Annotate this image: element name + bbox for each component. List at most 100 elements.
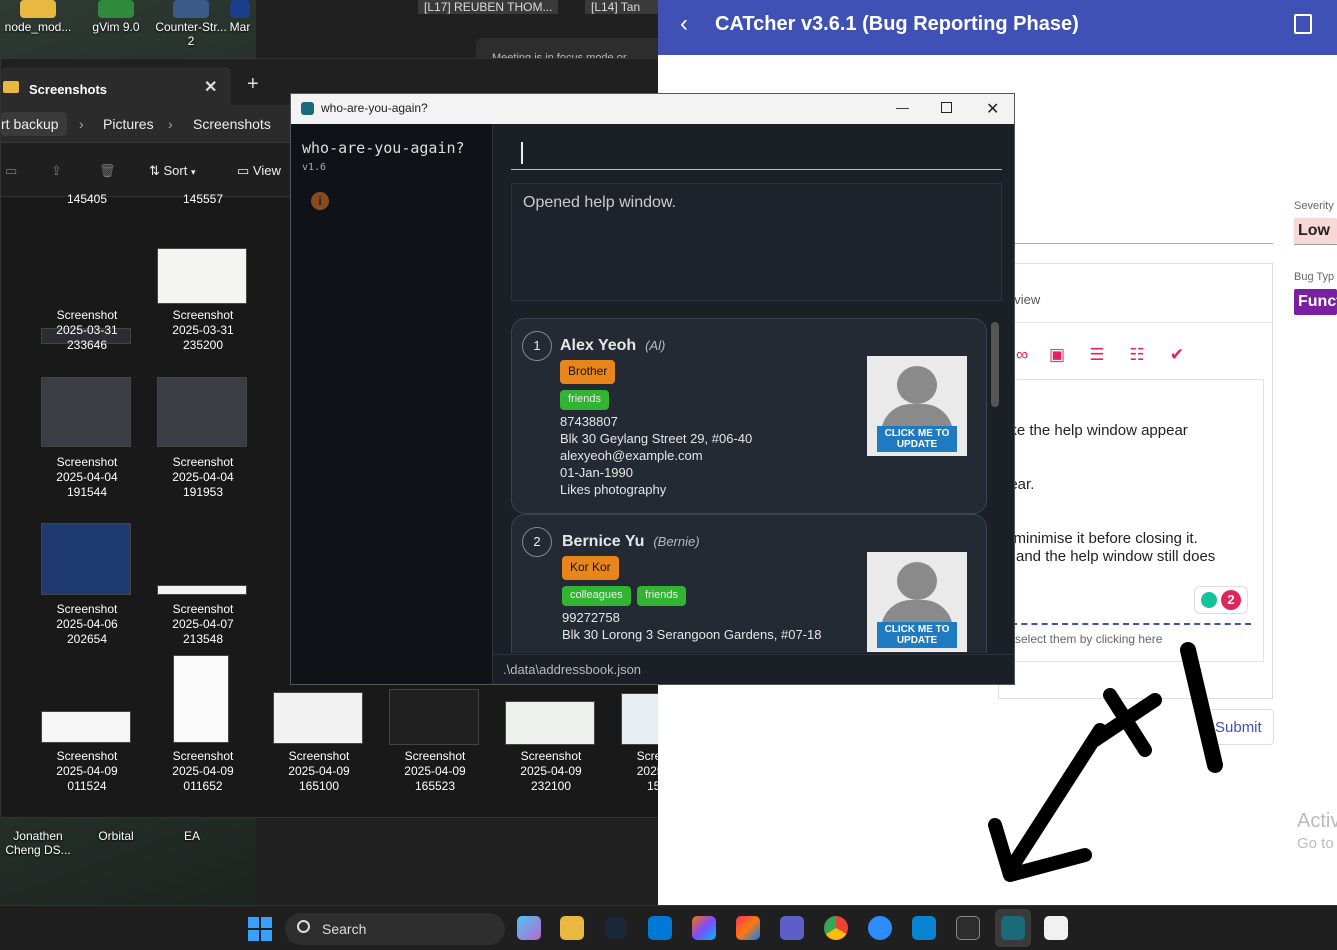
share-icon[interactable]: ⇪ — [51, 163, 62, 179]
folder-icon — [20, 0, 56, 18]
activate-watermark: Activ — [1297, 810, 1337, 832]
person-card[interactable]: 1 Alex Yeoh (Al) Brother friends 8743880… — [511, 318, 987, 514]
close-window-icon[interactable]: ✕ — [986, 99, 999, 119]
file-item[interactable] — [157, 248, 247, 304]
person-photo[interactable]: CLICK ME TO UPDATE — [867, 356, 967, 456]
windows-start-icon[interactable] — [248, 917, 272, 941]
tab-divider — [999, 322, 1272, 323]
desktop-icon-label: gVim 9.0 — [92, 20, 140, 34]
delete-icon[interactable]: 🗑 — [99, 163, 116, 179]
editor-line: n minimise it before closing it. — [1001, 530, 1198, 547]
file-item[interactable] — [157, 585, 247, 595]
person-index: 2 — [522, 527, 552, 557]
teams-window-lower — [256, 818, 660, 905]
dropzone-border — [1001, 623, 1251, 625]
file-item[interactable] — [505, 701, 595, 745]
snipping-tool-icon[interactable] — [1044, 916, 1068, 940]
person-name: Bernice Yu (Bernie) — [562, 533, 700, 550]
steam-icon[interactable] — [604, 916, 628, 940]
info-icon[interactable]: i — [311, 192, 329, 210]
file-thumbnail — [173, 655, 229, 743]
desktop-icon-orbital[interactable]: Orbital — [80, 829, 152, 843]
file-caption: Screenshot 2025-04-04 191544 — [56, 455, 118, 499]
sort-button[interactable]: ⇅ Sort ▾ — [149, 163, 196, 179]
file-item[interactable] — [41, 523, 131, 595]
avatar-icon — [897, 562, 937, 600]
close-tab-icon[interactable]: ✕ — [204, 77, 217, 97]
bug-type-chip[interactable]: Funct — [1294, 289, 1337, 315]
file-thumbnail — [505, 701, 595, 745]
person-tag: colleagues — [562, 586, 631, 606]
file-item[interactable] — [273, 692, 363, 744]
list-scrollbar[interactable] — [991, 322, 999, 407]
taskbar-search[interactable]: Search — [285, 913, 505, 945]
view-button[interactable]: ▭ View — [237, 163, 281, 179]
file-item[interactable] — [41, 377, 131, 447]
teams-participant-tab[interactable]: [L17] REUBEN THOM... — [418, 0, 559, 14]
zoom-icon[interactable] — [868, 916, 892, 940]
file-item[interactable] — [157, 377, 247, 447]
person-name: Alex Yeoh (Al) — [560, 337, 666, 354]
severity-underline — [1294, 244, 1337, 245]
chrome-icon[interactable] — [824, 916, 848, 940]
catcher-title: CATcher v3.6.1 (Bug Reporting Phase) — [715, 13, 1079, 35]
menu-doc-icon[interactable] — [1294, 14, 1312, 34]
desktop-icon-counter-strike[interactable]: Counter-Str... 2 — [155, 0, 227, 48]
file-caption: Screenshot 2025-04-04 191953 — [172, 455, 234, 499]
new-tab-icon[interactable]: + — [247, 73, 259, 96]
link-icon[interactable]: ∞ — [1012, 345, 1032, 365]
file-explorer-icon[interactable] — [560, 916, 584, 940]
minimize-icon[interactable]: — — [896, 100, 909, 115]
intellij-icon[interactable] — [736, 916, 760, 940]
file-caption: 145557 — [182, 192, 224, 206]
explorer-tab-screenshots[interactable]: Screenshots ✕ — [1, 67, 231, 105]
teams-icon[interactable] — [780, 916, 804, 940]
person-tag: friends — [637, 586, 687, 606]
desktop-icon-ea[interactable]: EA — [156, 829, 228, 843]
copilot-icon[interactable] — [517, 916, 541, 940]
file-caption: Screenshot 2025-03-31 235200 — [172, 308, 234, 352]
back-arrow-icon[interactable]: ‹ — [680, 10, 688, 38]
file-item[interactable] — [173, 655, 229, 743]
file-caption: 145405 — [66, 192, 108, 206]
severity-chip[interactable]: Low — [1294, 218, 1337, 244]
file-thumbnail — [157, 585, 247, 595]
maximize-icon[interactable] — [941, 102, 952, 113]
m365-icon[interactable] — [692, 916, 716, 940]
app-sidebar: who-are-you-again? v1.6 i — [291, 124, 493, 684]
desktop-icon-gvim[interactable]: gVim 9.0 — [80, 0, 152, 34]
update-photo-button[interactable]: CLICK ME TO UPDATE — [877, 426, 957, 452]
gvim-icon — [98, 0, 134, 18]
activate-watermark-sub: Go to — [1297, 835, 1334, 852]
person-photo[interactable]: CLICK ME TO UPDATE — [867, 552, 967, 652]
terminal-icon[interactable] — [956, 916, 980, 940]
numbered-list-icon[interactable]: ☷ — [1127, 345, 1147, 365]
folder-icon — [3, 81, 19, 93]
desktop-icon-mar[interactable]: Mar — [222, 0, 258, 34]
chevron-down-icon: ▾ — [190, 167, 196, 177]
file-thumbnail — [157, 248, 247, 304]
desktop-icon-jonathen[interactable]: Jonathen Cheng DS... — [2, 829, 74, 857]
breadcrumb-item[interactable]: Pictures — [103, 116, 154, 132]
desktop-icon-node-modules[interactable]: node_mod... — [2, 0, 74, 34]
update-photo-button[interactable]: CLICK ME TO UPDATE — [877, 622, 957, 648]
command-input[interactable] — [511, 134, 1002, 170]
file-item[interactable] — [41, 711, 131, 743]
person-card[interactable]: 2 Bernice Yu (Bernie) Kor Kor colleagues… — [511, 514, 987, 653]
teams-participant-tab[interactable]: [L14] Tan — [585, 0, 660, 14]
task-list-icon[interactable]: ✔ — [1167, 345, 1187, 365]
bullet-list-icon[interactable]: ☰ — [1087, 345, 1107, 365]
file-thumbnail — [389, 689, 479, 745]
view-icon: ▭ — [237, 163, 253, 178]
vscode-icon[interactable] — [648, 916, 672, 940]
breadcrumb-item[interactable]: Screenshots — [193, 116, 271, 132]
file-item[interactable] — [389, 689, 479, 745]
rename-icon[interactable]: ▭ — [5, 163, 17, 179]
java-app-icon[interactable] — [1001, 916, 1025, 940]
image-icon[interactable]: ▣ — [1047, 345, 1067, 365]
breadcrumb-item[interactable]: rt backup — [1, 116, 59, 132]
photos-icon[interactable] — [912, 916, 936, 940]
person-email: alexyeoh@example.com — [560, 448, 703, 463]
avatar-icon — [897, 366, 937, 404]
grammarly-widget[interactable]: 2 — [1194, 586, 1248, 614]
